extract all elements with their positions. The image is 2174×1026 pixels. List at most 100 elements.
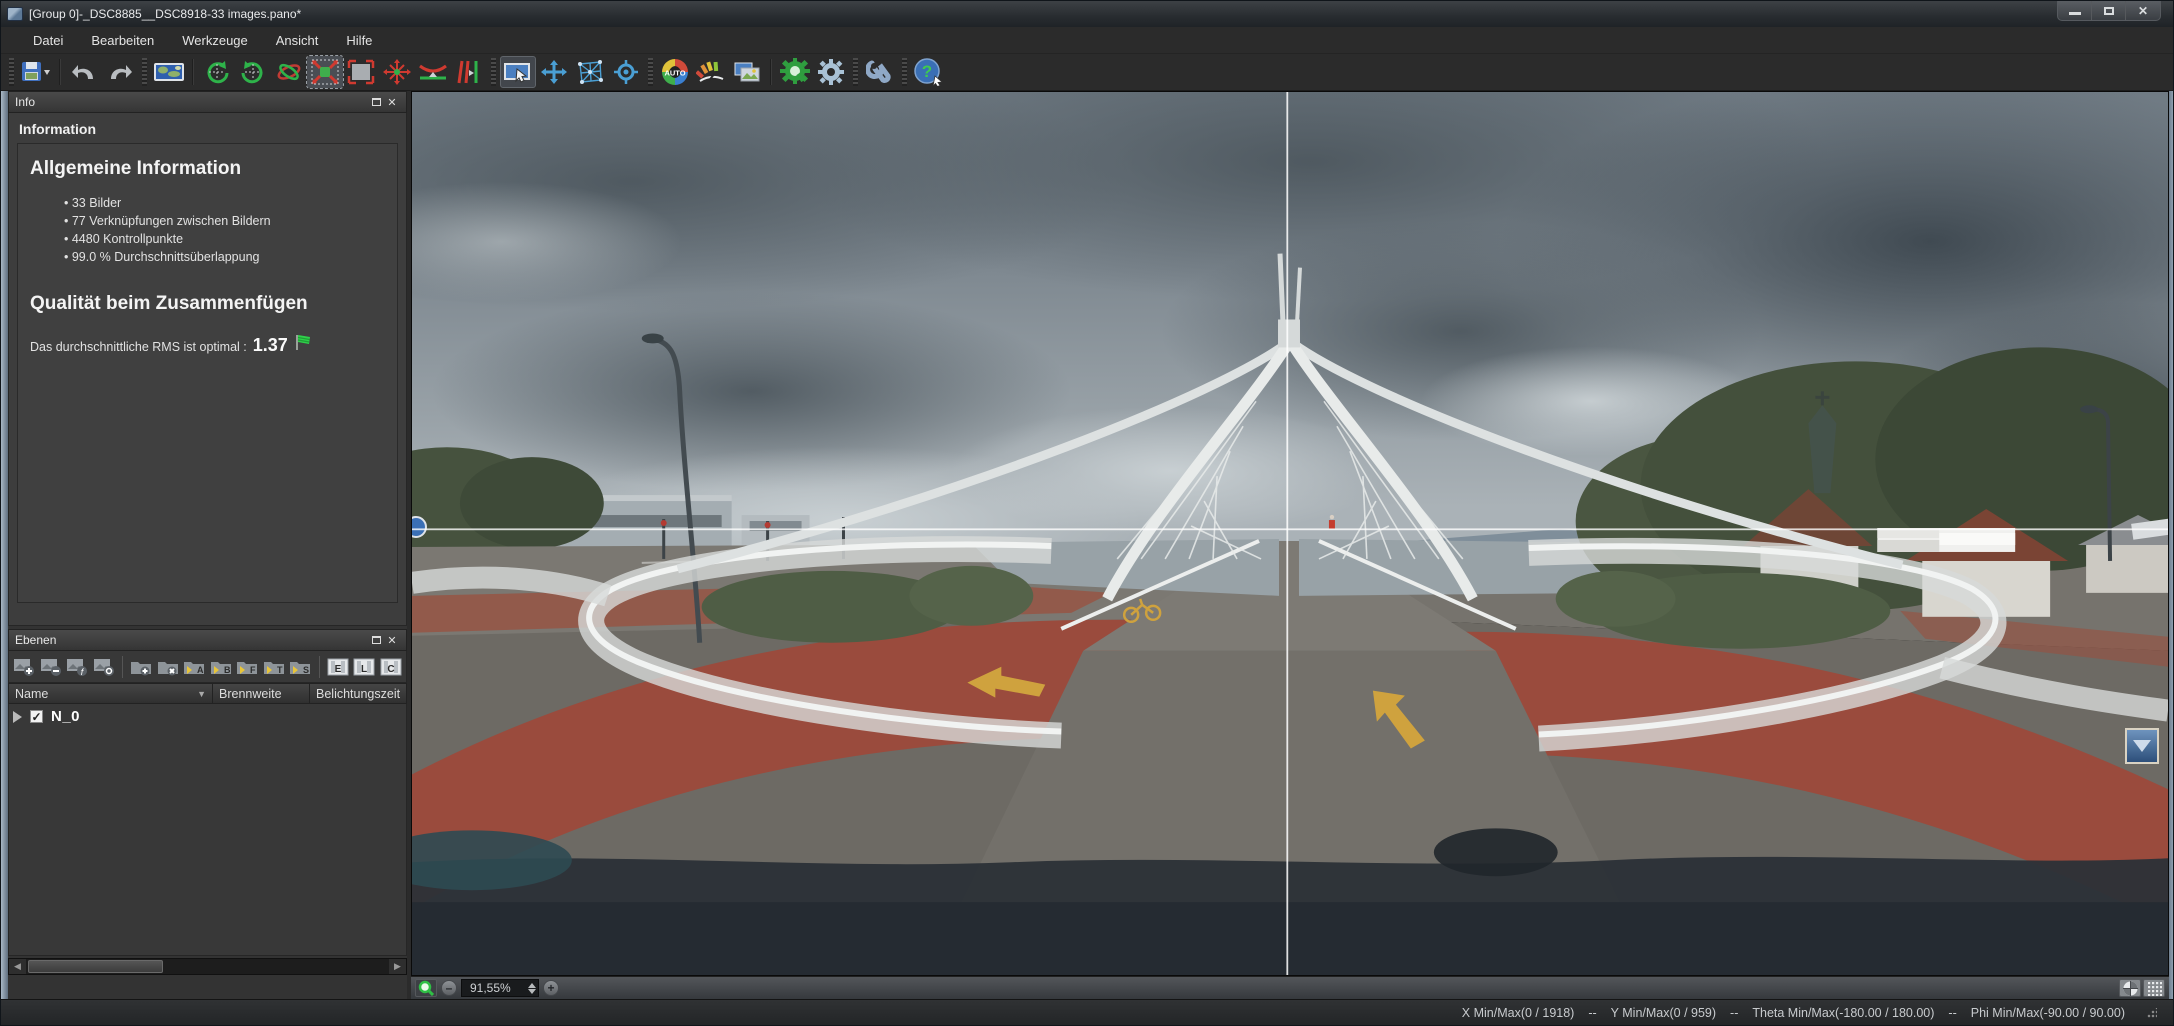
- rotate-ccw-button[interactable]: [199, 56, 235, 88]
- layer-name: N_0: [51, 708, 80, 725]
- layer-mode-b-button[interactable]: B: [209, 654, 234, 680]
- column-header-name[interactable]: Name ▼: [9, 684, 213, 703]
- rotate-cw-button[interactable]: [235, 56, 271, 88]
- resize-grip[interactable]: [2147, 1008, 2157, 1018]
- auto-label: AUTO: [664, 69, 685, 78]
- render-button[interactable]: [777, 56, 813, 88]
- crop-icon: [347, 59, 375, 85]
- images-button[interactable]: [729, 56, 765, 88]
- center-target-button[interactable]: [608, 56, 644, 88]
- menu-bearbeiten[interactable]: Bearbeiten: [77, 29, 168, 52]
- toolbar-grip[interactable]: [142, 58, 147, 86]
- zoom-in-button[interactable]: +: [543, 980, 559, 996]
- auto-color-button[interactable]: AUTO: [657, 56, 693, 88]
- help-button[interactable]: ?: [911, 56, 947, 88]
- menu-werkzeuge[interactable]: Werkzeuge: [168, 29, 262, 52]
- delete-layer-button[interactable]: [156, 654, 181, 680]
- layer-f-icon: F: [236, 657, 258, 677]
- columns-l-button[interactable]: L: [352, 654, 377, 680]
- scroll-right-arrow[interactable]: ▶: [389, 959, 406, 974]
- redo-button[interactable]: [102, 56, 138, 88]
- horizon-tool-button[interactable]: [415, 56, 451, 88]
- minimize-button[interactable]: [2058, 1, 2092, 20]
- toolbar-grip[interactable]: [853, 58, 858, 86]
- transform-tool-button[interactable]: [307, 56, 343, 88]
- quadrant-toggle-button[interactable]: [2119, 979, 2141, 997]
- crop-tool-button[interactable]: [343, 56, 379, 88]
- info-panel-close-button[interactable]: ✕: [384, 95, 400, 109]
- maximize-button[interactable]: [2092, 1, 2126, 20]
- add-image-button[interactable]: [12, 654, 37, 680]
- list-item: 77 Verknüpfungen zwischen Bildern: [64, 212, 385, 230]
- columns-c-button[interactable]: C: [379, 654, 404, 680]
- menu-hilfe[interactable]: Hilfe: [332, 29, 386, 52]
- control-points-icon: [383, 59, 411, 85]
- layer-mode-t-button[interactable]: T: [262, 654, 287, 680]
- scrollbar-thumb[interactable]: [28, 960, 163, 973]
- menu-datei[interactable]: Datei: [19, 29, 77, 52]
- layer-mode-a-button[interactable]: A: [182, 654, 207, 680]
- image-link-icon: [93, 657, 115, 677]
- remove-image-button[interactable]: [39, 654, 64, 680]
- flag-icon: [294, 333, 312, 351]
- histogram-button[interactable]: [693, 56, 729, 88]
- mesh-edit-icon: [576, 59, 604, 85]
- panorama-viewport[interactable]: [411, 91, 2169, 976]
- undo-button[interactable]: [66, 56, 102, 88]
- expand-arrow-icon[interactable]: [13, 711, 22, 723]
- spinner-up-icon[interactable]: [528, 983, 536, 988]
- panorama-image: [412, 92, 2168, 975]
- save-button[interactable]: [18, 56, 54, 88]
- select-images-button[interactable]: [500, 56, 536, 88]
- image-link-button[interactable]: [92, 654, 117, 680]
- zoom-tool-button[interactable]: [415, 979, 437, 997]
- scroll-left-arrow[interactable]: ◀: [9, 959, 26, 974]
- undo-icon: [71, 61, 97, 83]
- menu-ansicht[interactable]: Ansicht: [262, 29, 333, 52]
- layers-panel-float-button[interactable]: [368, 633, 384, 647]
- info-panel-header[interactable]: Info ✕: [8, 91, 407, 113]
- rotate-3d-button[interactable]: [271, 56, 307, 88]
- info-panel-float-button[interactable]: [368, 95, 384, 109]
- image-properties-button[interactable]: f: [65, 654, 90, 680]
- toolbar-grip[interactable]: [9, 58, 14, 86]
- close-icon: ✕: [2138, 4, 2148, 18]
- toolbar-grip[interactable]: [491, 58, 496, 86]
- column-header-belichtungszeit[interactable]: Belichtungszeit: [310, 684, 406, 703]
- columns-e-button[interactable]: E: [326, 654, 351, 680]
- dock-horizontal-scrollbar[interactable]: ◀ ▶: [8, 958, 407, 975]
- toolbar-grip[interactable]: [902, 58, 907, 86]
- zoom-out-button[interactable]: –: [441, 980, 457, 996]
- layer-visibility-checkbox[interactable]: ✓: [30, 710, 43, 723]
- layer-row[interactable]: ✓ N_0: [13, 708, 402, 725]
- control-points-button[interactable]: [379, 56, 415, 88]
- move-all-button[interactable]: [536, 56, 572, 88]
- down-arrow-icon: [2133, 740, 2151, 752]
- scrollbar-track[interactable]: [26, 959, 389, 974]
- scroll-down-button[interactable]: [2125, 728, 2159, 764]
- wrench-button[interactable]: [862, 56, 898, 88]
- settings-icon: [817, 58, 845, 86]
- settings-button[interactable]: [813, 56, 849, 88]
- quality-heading: Qualität beim Zusammenfügen: [30, 293, 385, 315]
- layer-mode-s-button[interactable]: S: [288, 654, 313, 680]
- titlebar[interactable]: [Group 0]-_DSC8885__DSC8918-33 images.pa…: [1, 1, 2174, 27]
- add-image-icon: [13, 657, 35, 677]
- panorama-preview-button[interactable]: [151, 56, 187, 88]
- images-icon: [732, 60, 762, 84]
- zoom-spinner[interactable]: [528, 983, 536, 994]
- new-layer-button[interactable]: [129, 654, 154, 680]
- layers-panel-close-button[interactable]: ✕: [384, 633, 400, 647]
- verticals-tool-button[interactable]: [451, 56, 487, 88]
- mesh-edit-button[interactable]: [572, 56, 608, 88]
- close-button[interactable]: ✕: [2126, 1, 2160, 20]
- layer-mode-f-button[interactable]: F: [235, 654, 260, 680]
- delete-folder-icon: [157, 657, 179, 677]
- minimize-icon: [2069, 12, 2081, 15]
- layers-panel-header[interactable]: Ebenen ✕: [8, 629, 407, 651]
- spinner-down-icon[interactable]: [528, 989, 536, 994]
- toolbar-grip[interactable]: [648, 58, 653, 86]
- zoom-level-field[interactable]: 91,55%: [461, 979, 539, 997]
- column-header-brennweite[interactable]: Brennweite: [213, 684, 310, 703]
- grid-toggle-button[interactable]: [2143, 979, 2165, 997]
